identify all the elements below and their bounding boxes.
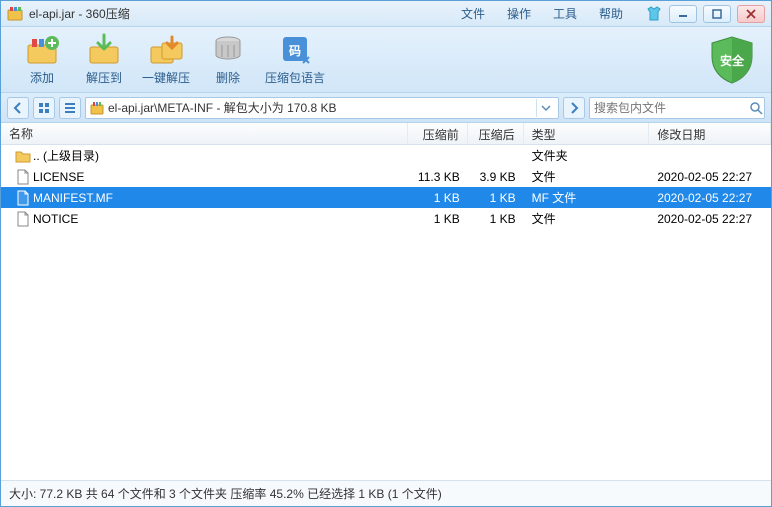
- status-text: 大小: 77.2 KB 共 64 个文件和 3 个文件夹 压缩率 45.2% 已…: [9, 485, 442, 502]
- file-type: MF 文件: [524, 189, 650, 206]
- size-before: 11.3 KB: [408, 170, 468, 184]
- file-icon: [15, 211, 31, 227]
- table-row[interactable]: .. (上级目录) 文件夹: [1, 145, 771, 166]
- add-label: 添加: [30, 69, 54, 86]
- size-after: 1 KB: [468, 212, 524, 226]
- table-row[interactable]: NOTICE1 KB1 KB文件2020-02-05 22:27: [1, 208, 771, 229]
- col-type[interactable]: 类型: [524, 123, 650, 144]
- skin-icon[interactable]: [645, 5, 663, 23]
- folder-up-icon: [15, 148, 31, 164]
- table-row[interactable]: MANIFEST.MF1 KB1 KBMF 文件2020-02-05 22:27: [1, 187, 771, 208]
- menu-file[interactable]: 文件: [461, 5, 485, 22]
- search-input[interactable]: [594, 101, 749, 115]
- window-title: el-api.jar - 360压缩: [29, 5, 130, 22]
- col-date[interactable]: 修改日期: [649, 123, 771, 144]
- maximize-button[interactable]: [703, 5, 731, 23]
- table-row[interactable]: LICENSE 11.3 KB3.9 KB文件2020-02-05 22:27: [1, 166, 771, 187]
- oneclick-button[interactable]: 一键解压: [135, 30, 197, 90]
- address-text: el-api.jar\META-INF - 解包大小为 170.8 KB: [108, 99, 337, 116]
- search-icon[interactable]: [749, 99, 763, 117]
- file-name: MANIFEST.MF: [33, 191, 113, 205]
- svg-text:码: 码: [289, 44, 301, 58]
- file-name: NOTICE: [33, 212, 78, 226]
- add-icon: [24, 33, 60, 67]
- file-date: 2020-02-05 22:27: [649, 170, 771, 184]
- col-name[interactable]: 名称: [1, 123, 408, 144]
- file-date: 2020-02-05 22:27: [649, 212, 771, 226]
- menu-operate[interactable]: 操作: [507, 5, 531, 22]
- file-type: 文件: [524, 168, 650, 185]
- file-name: LICENSE: [33, 170, 84, 184]
- window-controls: [669, 5, 765, 23]
- oneclick-icon: [148, 33, 184, 67]
- go-button[interactable]: [563, 97, 585, 119]
- file-icon: [15, 190, 31, 206]
- address-row: el-api.jar\META-INF - 解包大小为 170.8 KB: [1, 93, 771, 123]
- back-button[interactable]: [7, 97, 29, 119]
- lang-icon: 码: [277, 33, 313, 67]
- extract-label: 解压到: [86, 69, 122, 86]
- menu-help[interactable]: 帮助: [599, 5, 623, 22]
- delete-label: 删除: [216, 69, 240, 86]
- col-before[interactable]: 压缩前: [408, 123, 468, 144]
- file-name: .. (上级目录): [33, 147, 99, 164]
- minimize-button[interactable]: [669, 5, 697, 23]
- search-box[interactable]: [589, 97, 765, 119]
- titlebar: el-api.jar - 360压缩 文件 操作 工具 帮助: [1, 1, 771, 27]
- column-header: 名称 压缩前 压缩后 类型 修改日期: [1, 123, 771, 145]
- size-after: 3.9 KB: [468, 170, 524, 184]
- size-before: 1 KB: [408, 212, 468, 226]
- lang-button[interactable]: 码 压缩包语言: [259, 30, 331, 90]
- file-date: 2020-02-05 22:27: [649, 191, 771, 205]
- security-shield-icon[interactable]: 安全: [707, 35, 757, 85]
- size-after: 1 KB: [468, 191, 524, 205]
- extract-icon: [86, 33, 122, 67]
- delete-button[interactable]: 删除: [197, 30, 259, 90]
- view-icons-button[interactable]: [33, 97, 55, 119]
- size-before: 1 KB: [408, 191, 468, 205]
- app-icon: [7, 6, 23, 22]
- file-type: 文件: [524, 210, 650, 227]
- svg-text:安全: 安全: [720, 53, 745, 68]
- menu-bar: 文件 操作 工具 帮助: [461, 5, 623, 22]
- close-button[interactable]: [737, 5, 765, 23]
- view-list-button[interactable]: [59, 97, 81, 119]
- address-dropdown[interactable]: [536, 99, 554, 117]
- status-bar: 大小: 77.2 KB 共 64 个文件和 3 个文件夹 压缩率 45.2% 已…: [1, 480, 771, 506]
- lang-label: 压缩包语言: [265, 69, 325, 86]
- file-icon: [15, 169, 31, 185]
- archive-icon: [90, 101, 104, 115]
- file-type: 文件夹: [524, 147, 650, 164]
- address-box[interactable]: el-api.jar\META-INF - 解包大小为 170.8 KB: [85, 97, 559, 119]
- extract-button[interactable]: 解压到: [73, 30, 135, 90]
- delete-icon: [210, 33, 246, 67]
- menu-tools[interactable]: 工具: [553, 5, 577, 22]
- toolbar: 添加 解压到 一键解压 删除 码 压缩包语言 安全: [1, 27, 771, 93]
- oneclick-label: 一键解压: [142, 69, 190, 86]
- file-list: .. (上级目录)文件夹LICENSE11.3 KB3.9 KB文件2020-0…: [1, 145, 771, 480]
- col-after[interactable]: 压缩后: [468, 123, 524, 144]
- add-button[interactable]: 添加: [11, 30, 73, 90]
